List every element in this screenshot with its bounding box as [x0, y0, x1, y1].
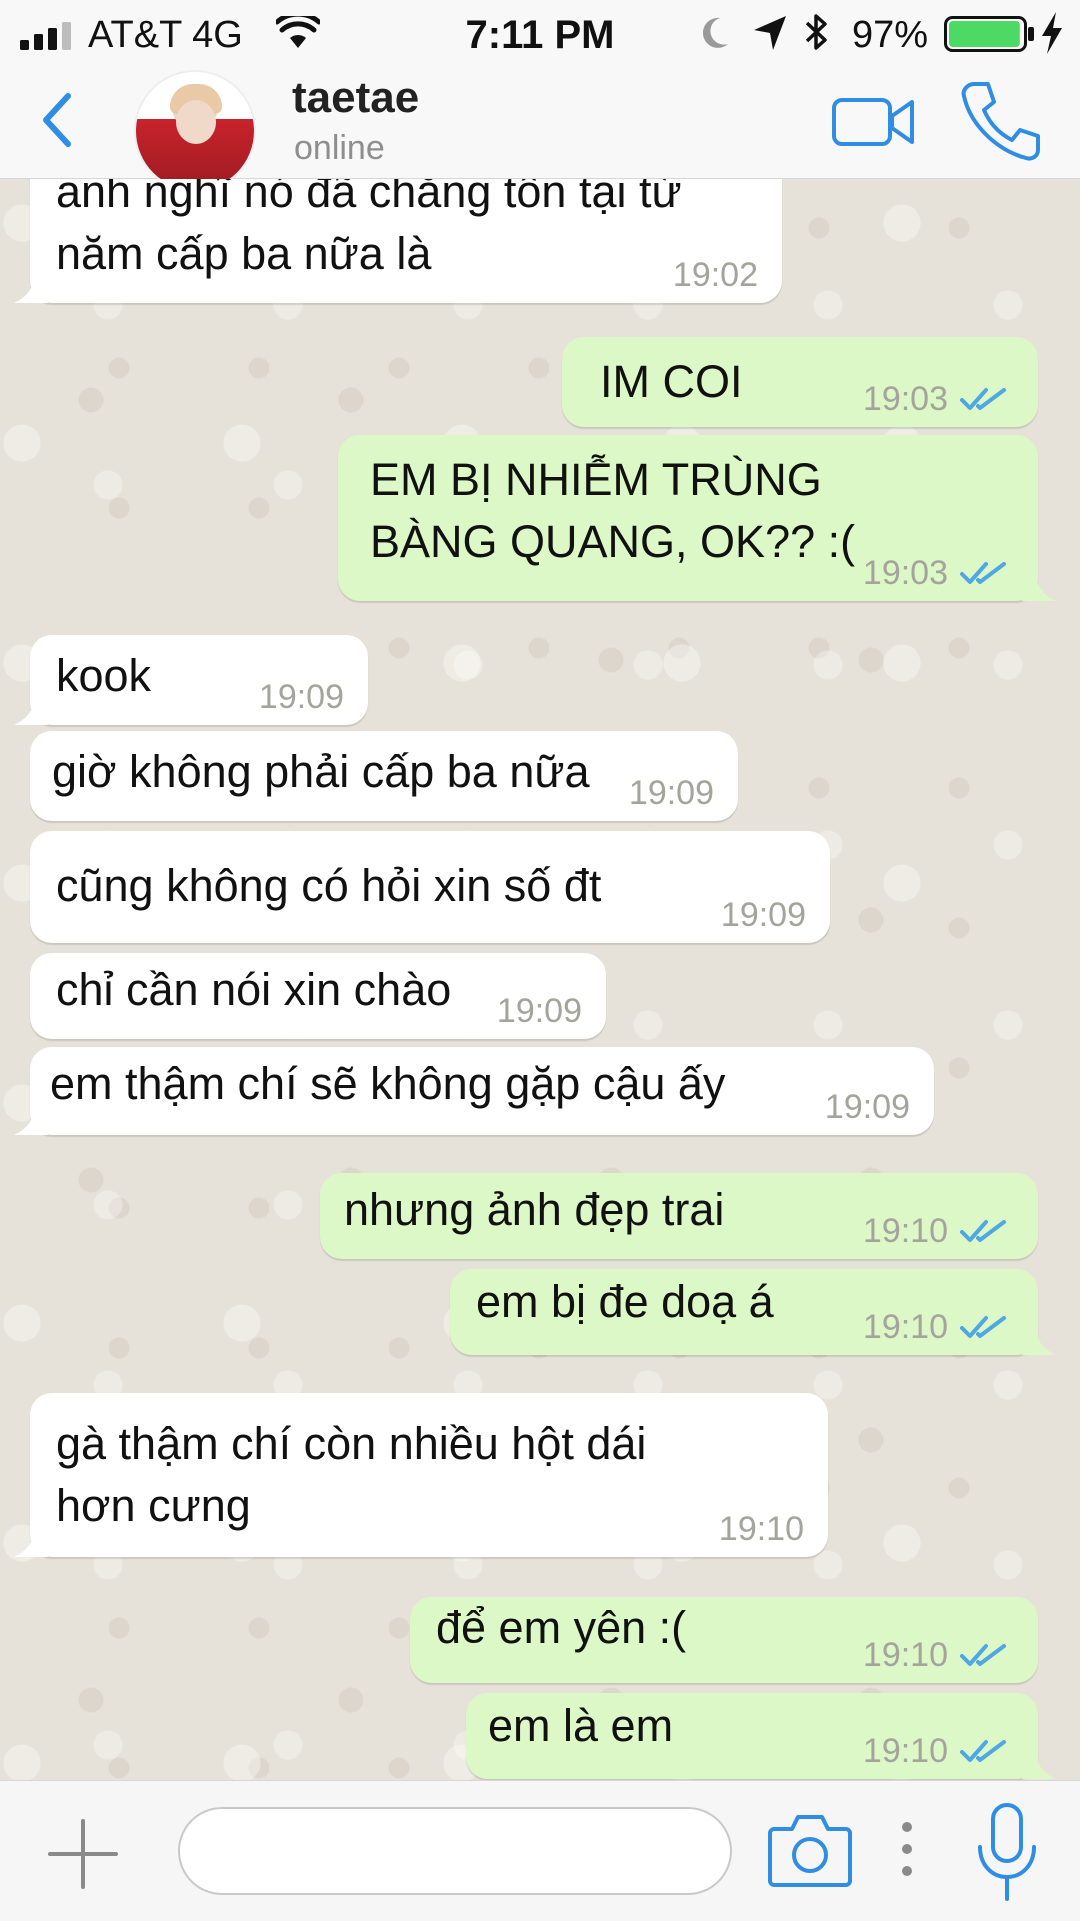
moon-icon	[702, 17, 728, 48]
bubble-tail	[1022, 1743, 1056, 1779]
message-incoming[interactable]: gà thậm chí còn nhiều hột dái hơn cưng 1…	[14, 1393, 828, 1557]
bluetooth-icon	[805, 14, 827, 50]
message-text: em thậm chí sẽ không gặp cậu ấy	[50, 1058, 726, 1109]
contact-name[interactable]: taetae	[292, 70, 419, 126]
microphone-icon[interactable]	[976, 1803, 1038, 1903]
message-meta: 19:03	[863, 553, 1010, 593]
camera-icon[interactable]	[768, 1811, 852, 1887]
message-outgoing[interactable]: nhưng ảnh đẹp trai 19:10	[320, 1173, 1038, 1259]
message-meta: 19:10	[863, 1211, 1010, 1251]
bubble-tail	[14, 689, 48, 725]
message-outgoing[interactable]: EM BỊ NHIỄM TRÙNG BÀNG QUANG, OK?? :( 19…	[338, 435, 1056, 601]
message-meta: 19:10	[863, 1635, 1010, 1675]
battery-percent: 97%	[852, 14, 929, 56]
message-time: 19:10	[862, 1636, 948, 1674]
message-time: 19:10	[862, 1212, 948, 1250]
back-icon[interactable]	[38, 90, 78, 150]
avatar-face	[176, 100, 216, 144]
message-time: 19:03	[862, 554, 948, 592]
message-meta: 19:10	[863, 1731, 1010, 1771]
read-receipt-icon	[960, 1644, 1006, 1666]
read-receipt-icon	[960, 562, 1006, 584]
message-text: giờ không phải cấp ba nữa	[52, 746, 590, 797]
message-text: anh nghĩ nó đã chẳng tồn tại từ năm cấp …	[56, 179, 682, 279]
message-time: 19:09	[824, 1088, 910, 1126]
bubble-tail	[14, 267, 48, 303]
read-receipt-icon	[960, 1316, 1006, 1338]
message-text: gà thậm chí còn nhiều hột dái hơn cưng	[56, 1418, 647, 1531]
read-receipt-icon	[960, 1220, 1006, 1242]
message-text: cũng không có hỏi xin số đt	[56, 860, 602, 911]
message-outgoing[interactable]: để em yên :( 19:10	[410, 1597, 1038, 1683]
phone-call-icon[interactable]	[960, 80, 1040, 162]
message-time: 19:10	[718, 1510, 804, 1548]
message-incoming[interactable]: cũng không có hỏi xin số đt 19:09	[30, 831, 830, 943]
message-incoming[interactable]: chỉ cần nói xin chào 19:09	[30, 953, 606, 1039]
message-meta: 19:03	[863, 379, 1010, 419]
avatar[interactable]	[134, 70, 256, 192]
read-receipt-icon	[960, 1740, 1006, 1762]
message-input[interactable]	[178, 1807, 732, 1895]
chat-header: taetae online	[0, 66, 1080, 192]
message-incoming[interactable]: anh nghĩ nó đã chẳng tồn tại từ năm cấp …	[14, 179, 782, 303]
message-meta: 19:10	[863, 1307, 1010, 1347]
message-time: 19:09	[720, 896, 806, 934]
message-outgoing[interactable]: em bị đe doạ á 19:10	[450, 1269, 1056, 1355]
bubble-tail	[14, 1099, 48, 1135]
bubble-tail	[1022, 1319, 1056, 1355]
message-incoming[interactable]: giờ không phải cấp ba nữa 19:09	[30, 731, 738, 821]
message-meta: 19:09	[825, 1087, 910, 1127]
bubble-tail	[1022, 565, 1056, 601]
read-receipt-icon	[960, 388, 1006, 410]
message-meta: 19:10	[719, 1509, 804, 1549]
input-bar	[0, 1780, 1080, 1921]
message-outgoing[interactable]: IM COI 19:03	[562, 337, 1038, 427]
more-icon[interactable]	[898, 1819, 916, 1879]
video-call-icon[interactable]	[832, 94, 916, 150]
message-incoming[interactable]: em thậm chí sẽ không gặp cậu ấy 19:09	[14, 1047, 934, 1135]
status-bar: AT&T 4G 7:11 PM 97%	[0, 0, 1080, 66]
message-time: 19:09	[496, 992, 582, 1030]
message-time: 19:09	[258, 678, 344, 716]
message-meta: 19:02	[673, 255, 758, 295]
plus-icon[interactable]	[46, 1817, 120, 1891]
message-meta: 19:09	[721, 895, 806, 935]
message-time: 19:10	[862, 1732, 948, 1770]
message-meta: 19:09	[497, 991, 582, 1031]
bubble-tail	[14, 1521, 48, 1557]
message-time: 19:10	[862, 1308, 948, 1346]
location-icon	[754, 16, 786, 50]
message-meta: 19:09	[259, 677, 344, 717]
message-time: 19:02	[672, 256, 758, 294]
message-time: 19:09	[628, 774, 714, 812]
message-meta: 19:09	[629, 773, 714, 813]
contact-status: online	[294, 129, 385, 167]
message-outgoing[interactable]: em là em 19:10	[466, 1693, 1056, 1779]
message-incoming[interactable]: kook 19:09	[14, 635, 368, 725]
battery-icon	[944, 16, 1034, 52]
charging-icon	[1042, 12, 1062, 54]
chat-area[interactable]: anh nghĩ nó đã chẳng tồn tại từ năm cấp …	[0, 179, 1080, 1780]
message-time: 19:03	[862, 380, 948, 418]
